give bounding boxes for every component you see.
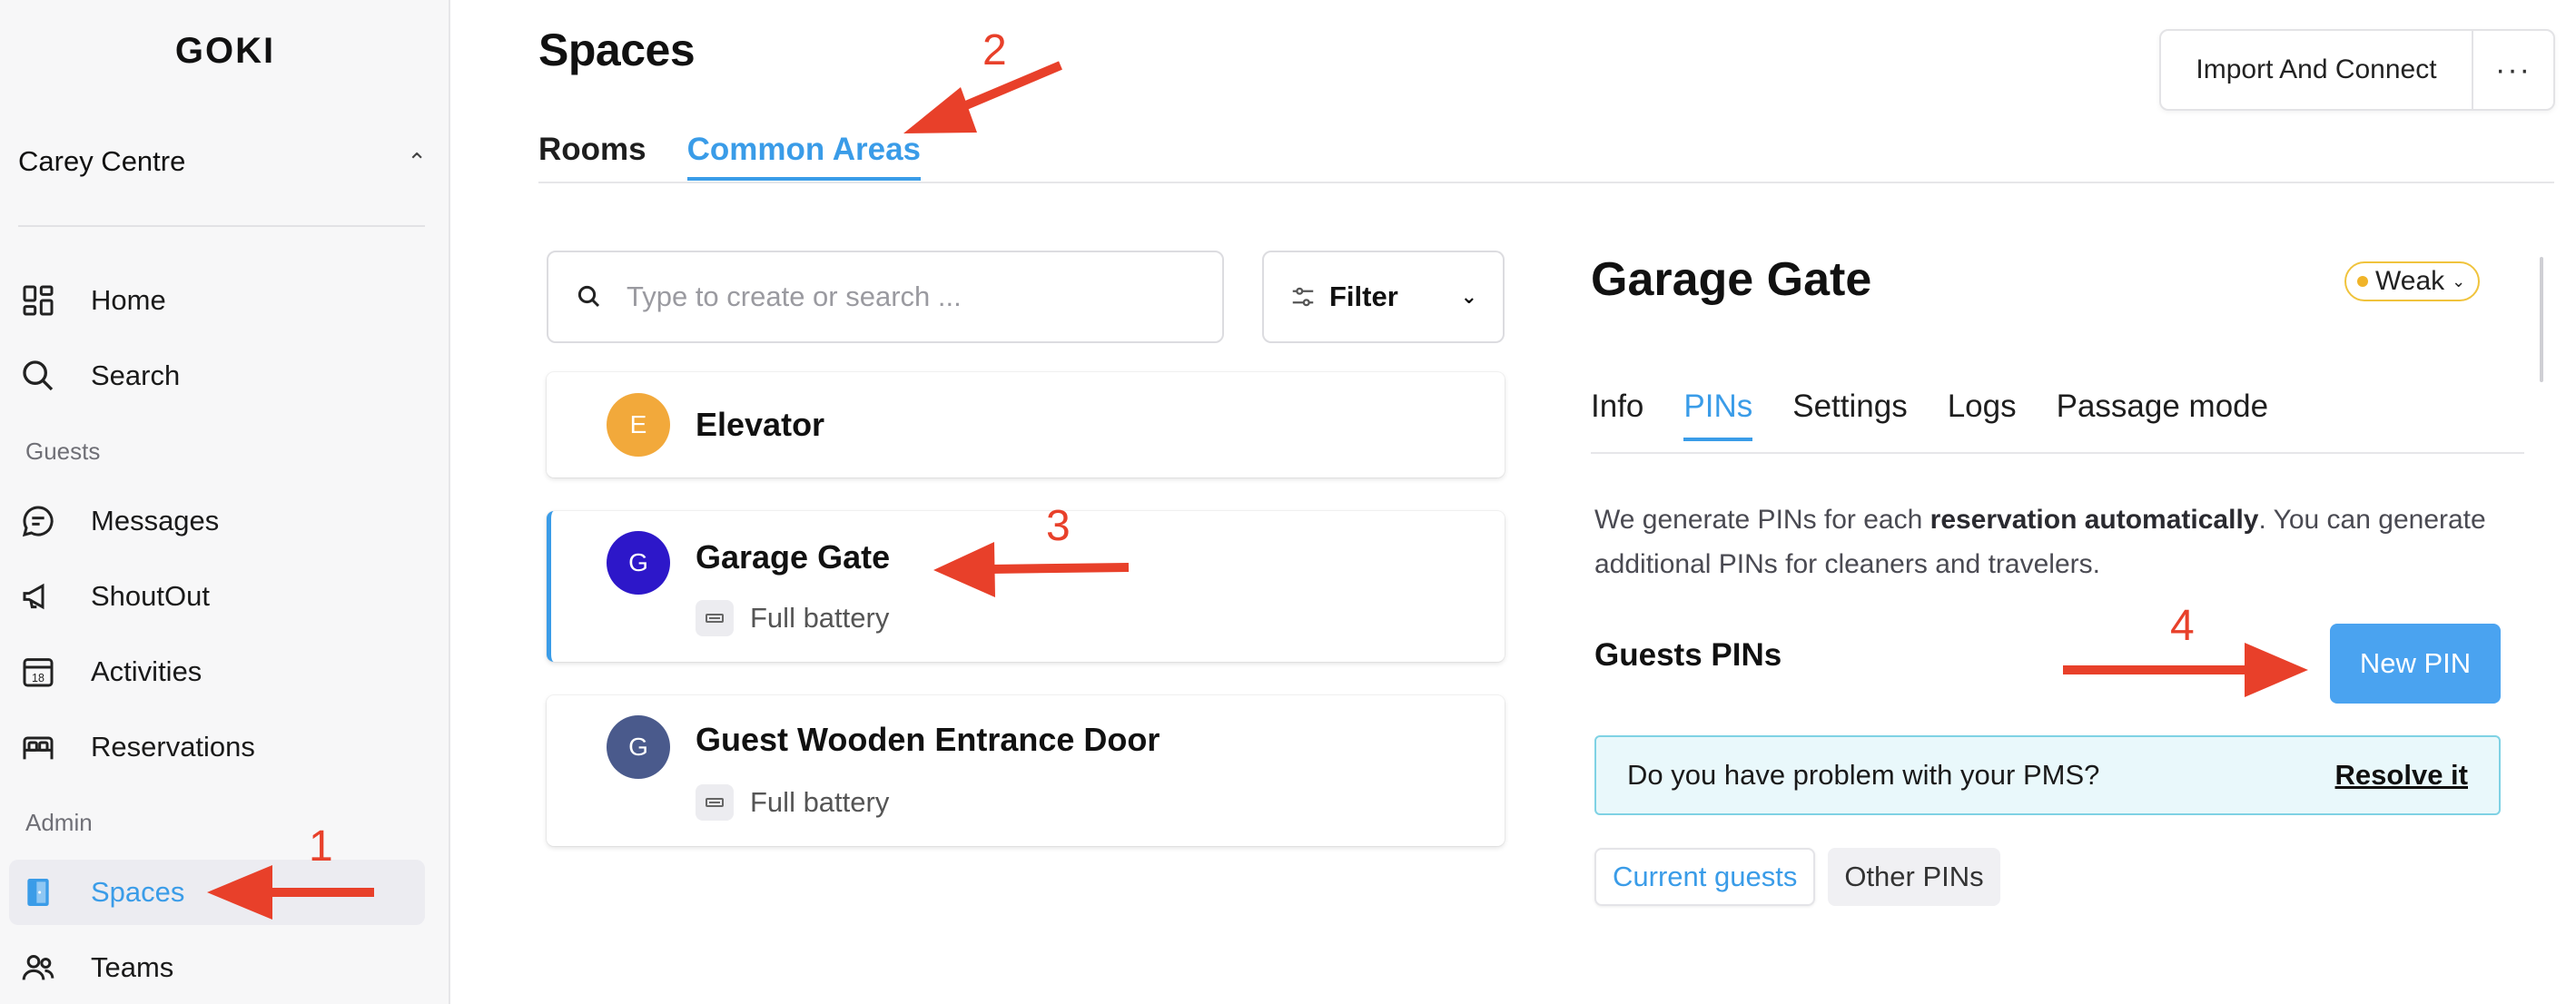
chevron-up-down-icon: ⌃ <box>407 148 427 175</box>
import-and-connect-button[interactable]: Import And Connect <box>2161 31 2473 109</box>
sidebar-item-search[interactable]: Search <box>9 343 425 408</box>
space-name: Elevator <box>696 406 825 443</box>
battery-icon <box>696 784 734 821</box>
tab-info[interactable]: Info <box>1591 389 1643 441</box>
sidebar-item-reservations[interactable]: Reservations <box>9 714 425 780</box>
new-pin-button[interactable]: New PIN <box>2330 624 2501 704</box>
detail-tabs-divider <box>1591 452 2524 454</box>
tab-common-areas[interactable]: Common Areas <box>686 132 921 181</box>
annotation-arrowhead-4 <box>2245 643 2308 697</box>
sidebar-item-teams[interactable]: Teams <box>9 935 425 1000</box>
detail-tabs: Info PINs Settings Logs Passage mode <box>1591 389 2268 441</box>
venue-name: Carey Centre <box>18 145 186 177</box>
section-label-admin: Admin <box>25 809 93 836</box>
venue-selector[interactable]: Carey Centre ⌃ <box>18 145 427 178</box>
signal-dot <box>2357 276 2368 287</box>
sidebar-item-home[interactable]: Home <box>9 268 425 333</box>
resolve-it-link[interactable]: Resolve it <box>2335 759 2468 792</box>
sidebar-item-label: Search <box>91 359 181 391</box>
chevron-down-icon: ⌄ <box>2452 271 2466 290</box>
sidebar-item-label: Reservations <box>91 731 255 763</box>
battery-icon <box>696 600 734 636</box>
space-card-elevator[interactable]: E Elevator <box>547 372 1505 477</box>
search-icon <box>20 358 71 394</box>
scrollbar[interactable] <box>2540 257 2543 382</box>
sidebar-item-activities[interactable]: 18 Activities <box>9 639 425 704</box>
sidebar: GOKI Carey Centre ⌃ Home Search Guests M… <box>0 0 450 1004</box>
avatar: G <box>607 531 670 595</box>
section-label-guests: Guests <box>25 438 101 465</box>
annotation-number-1: 1 <box>309 822 333 871</box>
battery-label: Full battery <box>750 786 890 818</box>
dashboard-icon <box>20 282 71 319</box>
search-box <box>547 251 1224 343</box>
sidebar-item-label: Activities <box>91 655 202 687</box>
sidebar-item-messages[interactable]: Messages <box>9 488 425 554</box>
annotation-number-4: 4 <box>2170 602 2195 650</box>
people-icon <box>20 950 71 986</box>
sidebar-item-label: ShoutOut <box>91 580 210 612</box>
annotation-arrowhead-2 <box>903 87 977 133</box>
tab-logs[interactable]: Logs <box>1948 389 2017 441</box>
tab-settings[interactable]: Settings <box>1792 389 1907 441</box>
svg-text:18: 18 <box>32 672 44 684</box>
annotation-number-2: 2 <box>982 26 1007 74</box>
battery-label: Full battery <box>750 602 890 634</box>
detail-title: Garage Gate <box>1591 253 1872 306</box>
battery-status: Full battery <box>696 600 889 636</box>
search-input[interactable] <box>627 281 1189 313</box>
sidebar-item-label: Home <box>91 284 166 316</box>
pins-description: We generate PINs for each reservation au… <box>1594 505 2486 579</box>
calendar-icon: 18 <box>20 654 71 690</box>
tab-passage-mode[interactable]: Passage mode <box>2057 389 2268 441</box>
space-name: Garage Gate <box>696 538 891 576</box>
tab-pins[interactable]: PINs <box>1683 389 1753 441</box>
tabs-divider <box>538 182 2554 183</box>
message-icon <box>20 503 71 539</box>
signal-strength-badge[interactable]: Weak ⌄ <box>2344 261 2481 301</box>
filter-label: Filter <box>1329 281 1398 312</box>
sliders-icon <box>1292 287 1314 307</box>
avatar: E <box>607 393 670 457</box>
pms-problem-banner: Do you have problem with your PMS? Resol… <box>1594 735 2501 815</box>
sidebar-item-label: Spaces <box>91 876 185 908</box>
sidebar-item-spaces[interactable]: Spaces <box>9 860 425 925</box>
sidebar-item-shoutout[interactable]: ShoutOut <box>9 564 425 629</box>
guests-pins-heading: Guests PINs <box>1594 637 1782 673</box>
space-type-tabs: Rooms Common Areas <box>538 132 921 181</box>
battery-status: Full battery <box>696 784 889 821</box>
filter-button[interactable]: Filter ⌄ <box>1262 251 1505 343</box>
sidebar-divider <box>18 225 425 227</box>
app-logo: GOKI <box>174 31 276 71</box>
chevron-down-icon: ⌄ <box>1460 285 1477 308</box>
avatar: G <box>607 715 670 779</box>
signal-label: Weak <box>2375 266 2445 296</box>
space-card-garage-gate[interactable]: G Garage Gate Full battery <box>547 511 1505 662</box>
space-name: Guest Wooden Entrance Door <box>696 721 1160 758</box>
door-icon <box>20 874 71 910</box>
tab-other-pins[interactable]: Other PINs <box>1828 848 2000 906</box>
page-title: Spaces <box>538 25 696 75</box>
pin-tabs: Current guests Other PINs <box>1594 848 2000 906</box>
header-actions: Import And Connect ··· <box>2159 29 2555 111</box>
bed-icon <box>20 729 71 765</box>
tab-rooms[interactable]: Rooms <box>538 132 646 181</box>
megaphone-icon <box>20 578 71 615</box>
search-icon <box>577 285 600 308</box>
pms-question: Do you have problem with your PMS? <box>1627 759 2100 791</box>
annotation-number-3: 3 <box>1046 502 1071 550</box>
space-card-guest-wooden-entrance-door[interactable]: G Guest Wooden Entrance Door Full batter… <box>547 695 1505 846</box>
tab-current-guests[interactable]: Current guests <box>1594 848 1816 906</box>
sidebar-item-label: Messages <box>91 505 220 536</box>
sidebar-item-label: Teams <box>91 951 174 983</box>
more-options-button[interactable]: ··· <box>2473 31 2553 109</box>
